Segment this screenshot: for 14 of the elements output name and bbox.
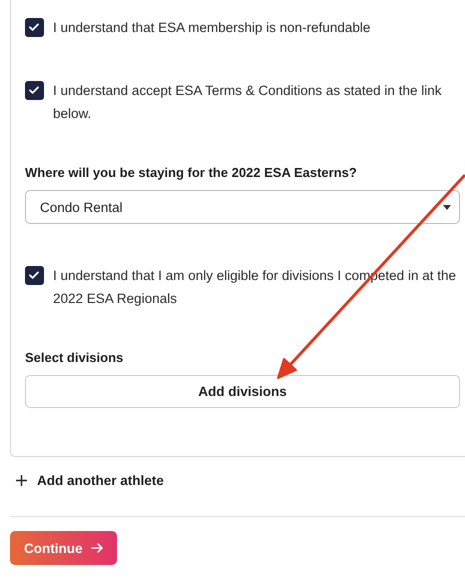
checkbox-label: I understand accept ESA Terms & Conditions as stated in the link below.: [53, 82, 442, 123]
checkbox[interactable]: [25, 81, 44, 100]
add-athlete-link[interactable]: Add another athlete: [16, 473, 164, 488]
checkbox[interactable]: [25, 18, 44, 37]
continue-button[interactable]: Continue: [10, 531, 116, 565]
field-label: Where will you be staying for the 2022 ESA Easterns?: [25, 165, 358, 180]
stay-dropdown[interactable]: Condo Rental: [25, 190, 460, 224]
checkbox-label: I understand that ESA membership is non-refundable: [53, 19, 370, 37]
checkbox[interactable]: [25, 266, 44, 285]
caret-icon: [443, 204, 451, 210]
add-divisions-button[interactable]: Add divisions: [25, 375, 460, 408]
field-label: Select divisions: [25, 350, 124, 365]
arrow-right-icon: [90, 543, 102, 553]
plus-icon: [16, 475, 27, 486]
